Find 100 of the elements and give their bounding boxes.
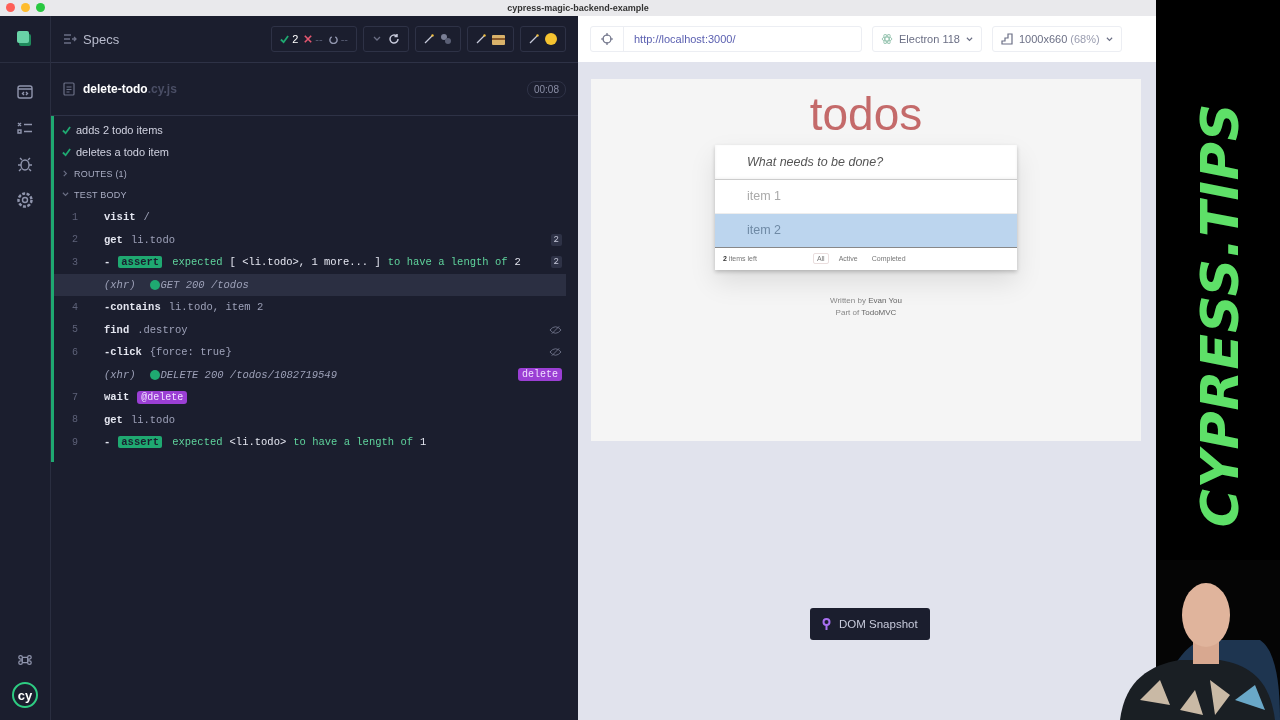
command-name: -click xyxy=(104,346,142,359)
command-message: li.todo xyxy=(130,233,175,246)
command-message: {force: true} xyxy=(149,346,232,359)
command-message: GET 200 /todos xyxy=(160,278,249,291)
command-row[interactable]: 5 find .destroy xyxy=(54,318,566,341)
command-message: .destroy xyxy=(137,323,188,336)
assertion-text: 2 xyxy=(514,256,521,269)
app-icon[interactable] xyxy=(17,31,33,47)
close-button[interactable] xyxy=(6,3,15,12)
test-title: deletes a todo item xyxy=(76,146,169,158)
studio-button[interactable] xyxy=(415,26,461,52)
assertion-text: expected xyxy=(172,256,223,269)
code-window-icon[interactable] xyxy=(16,83,34,101)
assertion-text: to have a length of xyxy=(387,256,508,269)
command-name: find xyxy=(104,323,130,336)
cross-icon xyxy=(304,35,313,43)
command-message: / xyxy=(143,211,150,224)
test-item[interactable]: adds 2 todo items xyxy=(62,119,566,141)
command-message: DELETE 200 /todos/1082719549 xyxy=(160,368,337,381)
dom-snapshot-button[interactable]: DOM Snapshot xyxy=(810,608,930,640)
command-key-icon[interactable] xyxy=(17,652,33,668)
atom-icon xyxy=(881,33,893,45)
command-row[interactable]: 4 -contains li.todo, item 2 xyxy=(54,296,566,319)
viewport-dropdown[interactable]: 1000x660 (68%) xyxy=(991,26,1122,52)
command-row[interactable]: 7 wait @delete xyxy=(54,386,566,409)
chevron-icon[interactable] xyxy=(62,191,69,198)
status-dot xyxy=(149,369,160,380)
command-name: get xyxy=(104,233,123,246)
browser-dropdown[interactable]: Electron 118 xyxy=(872,26,982,52)
assertion-text: to have a length of xyxy=(293,436,413,449)
chevron-icon[interactable] xyxy=(965,35,973,43)
command-name: -contains xyxy=(104,301,161,314)
check-icon xyxy=(62,125,71,135)
alias-tag: delete xyxy=(518,368,562,382)
command-name: get xyxy=(104,413,123,426)
url-field[interactable]: http://localhost:3000/ xyxy=(590,26,862,52)
test-item[interactable]: deletes a todo item xyxy=(62,141,566,163)
command-row[interactable]: (xhr) DELETE 200 /todos/1082719549 delete xyxy=(54,363,566,386)
specs-icon[interactable] xyxy=(63,33,77,45)
bug-icon[interactable] xyxy=(16,155,34,173)
pending-count: -- xyxy=(328,33,348,45)
line-number: 2 xyxy=(72,234,79,246)
studio-button[interactable] xyxy=(467,26,514,52)
new-todo-field[interactable]: What needs to be done? xyxy=(715,144,1017,180)
child-marker: - xyxy=(104,436,111,449)
wand-icon xyxy=(476,34,486,44)
panel-title: Specs xyxy=(83,31,120,47)
check-icon xyxy=(62,147,71,157)
assertion-text: 1 xyxy=(420,436,427,449)
section-header[interactable]: TEST BODY xyxy=(74,189,127,200)
command-name: (xhr) xyxy=(104,278,136,291)
command-name: (xhr) xyxy=(104,368,136,381)
line-number: 9 xyxy=(72,436,79,448)
check-icon xyxy=(280,34,290,44)
status-dot xyxy=(149,279,160,290)
wand-icon xyxy=(424,34,434,44)
command-row[interactable]: 2 get li.todo 2 xyxy=(54,228,566,251)
command-row[interactable]: 6 -click {force: true} xyxy=(54,341,566,364)
command-name: wait xyxy=(104,391,130,404)
count-badge: 2 xyxy=(550,233,562,246)
line-number: 6 xyxy=(72,346,79,358)
line-number: 8 xyxy=(72,414,79,426)
line-number: 4 xyxy=(72,301,79,313)
line-number: 3 xyxy=(72,256,79,268)
reload-icon[interactable] xyxy=(388,33,400,45)
overlay-text: CYPRESS.TIPS xyxy=(1190,102,1250,528)
child-marker: - xyxy=(104,256,111,269)
chevron-icon[interactable] xyxy=(62,170,69,177)
line-number: 7 xyxy=(72,391,79,403)
settings-icon[interactable] xyxy=(16,191,34,209)
command-row[interactable]: 9 - assert expected <li.todo> to have a length of 1 xyxy=(54,431,566,454)
line-number: 5 xyxy=(72,324,79,336)
assertion-text: <li.todo> xyxy=(229,436,287,449)
pin-icon xyxy=(822,618,831,630)
count-badge: 2 xyxy=(550,256,562,269)
app-title: todos xyxy=(809,89,923,140)
ruler-icon xyxy=(1000,33,1013,45)
line-number: 1 xyxy=(72,211,79,223)
test-title: adds 2 todo items xyxy=(76,124,163,136)
command-row[interactable]: (xhr) GET 200 /todos xyxy=(54,273,566,296)
chevron-icon[interactable] xyxy=(1105,35,1113,43)
command-row[interactable]: 1 visit / xyxy=(54,206,566,229)
info-text: Part of TodoMVC xyxy=(835,307,897,317)
file-icon xyxy=(63,82,75,96)
command-row[interactable]: 3 - assert expected [ <li.todo>, 1 more... ] to have a length of 2 2 xyxy=(54,251,566,274)
section-header[interactable]: ROUTES (1) xyxy=(74,168,127,179)
alias-tag: @delete xyxy=(137,390,188,404)
command-row[interactable]: 8 get li.todo xyxy=(54,408,566,431)
failed-count: -- xyxy=(304,33,323,45)
assertion-text: expected xyxy=(172,436,223,449)
chest-icon xyxy=(492,33,505,45)
passed-count: 2 xyxy=(280,33,299,45)
command-message: li.todo, item 2 xyxy=(168,301,264,314)
studio-button[interactable] xyxy=(520,26,566,52)
selector-icon[interactable] xyxy=(601,33,613,45)
command-name: visit xyxy=(104,211,136,224)
window-title: cypress-magic-backend-example xyxy=(507,3,649,13)
command-message: li.todo xyxy=(130,413,175,426)
logo[interactable]: cy xyxy=(12,682,38,708)
assert-tag: assert xyxy=(118,256,163,269)
